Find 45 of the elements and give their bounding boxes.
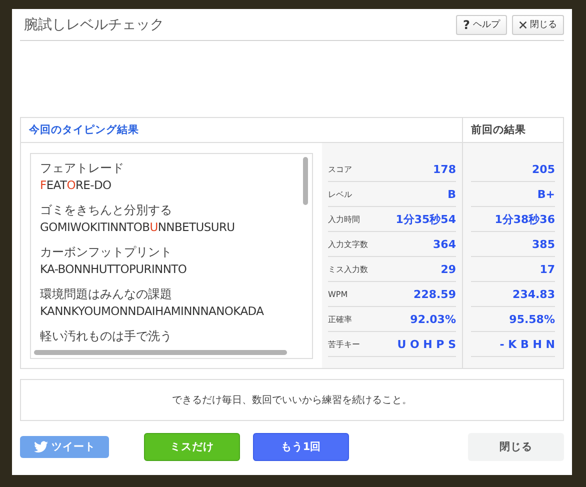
close-icon — [519, 20, 527, 28]
scrollbar[interactable] — [34, 350, 287, 355]
stat-value: 1分35秒54 — [396, 212, 456, 226]
window-title: 腕試しレベルチェック — [24, 16, 164, 34]
stat-value: 95.58% — [509, 312, 555, 326]
stat-label: WPM — [328, 290, 348, 298]
advice-text: できるだけ毎日、数回でいいから練習を続けること。 — [172, 394, 412, 407]
stat-label: 正確率 — [328, 314, 352, 324]
stat-label: 入力時間 — [328, 214, 360, 224]
stat-value: B+ — [537, 188, 555, 200]
stat-label: 入力文字数 — [328, 238, 368, 250]
stat-value: - K B H N — [500, 338, 555, 350]
scrollbar[interactable] — [303, 157, 308, 205]
stat-value: 17 — [540, 262, 555, 276]
bird-icon — [34, 441, 48, 453]
phrase-text: 軽い汚れものは手で洗う — [40, 328, 173, 345]
phrase-text: ゴミをきちんと分別する — [40, 202, 173, 219]
close-button[interactable]: 閉じる — [468, 433, 564, 461]
close-button[interactable]: 閉じる — [512, 14, 564, 34]
phrase-text: カーボンフットプリント — [40, 244, 173, 261]
stat-value: B — [448, 188, 456, 200]
phrase-text: フェアトレード — [40, 160, 125, 177]
stat-value: 29 — [440, 262, 456, 276]
stat-label: スコア — [328, 164, 352, 174]
stat-label: レベル — [328, 188, 352, 200]
romaji-text: FEATORE-DO — [40, 177, 112, 194]
stat-value: 205 — [532, 162, 555, 176]
romaji-text: KA-BONNHUTTOPURINNTO — [40, 261, 188, 278]
section-heading: 前回の結果 — [471, 123, 526, 137]
stat-value: 1分38秒36 — [494, 212, 555, 226]
stat-value: U O H P S — [397, 338, 456, 350]
stat-value: 364 — [433, 238, 456, 250]
romaji-text: GOMIWOKITINNTOBUNNBETUSURU — [40, 219, 236, 236]
stat-value: 385 — [532, 238, 555, 250]
stat-label: 苦手キー — [328, 338, 360, 350]
phrase-text: 環境問題はみんなの課題 — [40, 286, 173, 303]
romaji-text: KANNKYOUMONNDAIHAMINNNANOKADA — [40, 303, 265, 320]
retry-button[interactable]: もう1回 — [253, 433, 349, 461]
stat-label: ミス入力数 — [328, 264, 368, 274]
stat-value: 228.59 — [414, 288, 456, 300]
stat-value: 92.03% — [410, 312, 456, 326]
section-heading: 今回のタイピング結果 — [29, 123, 139, 137]
stat-value: 234.83 — [512, 288, 555, 300]
help-button[interactable]: ? ヘルプ — [456, 14, 507, 34]
stat-value: 178 — [433, 162, 456, 176]
